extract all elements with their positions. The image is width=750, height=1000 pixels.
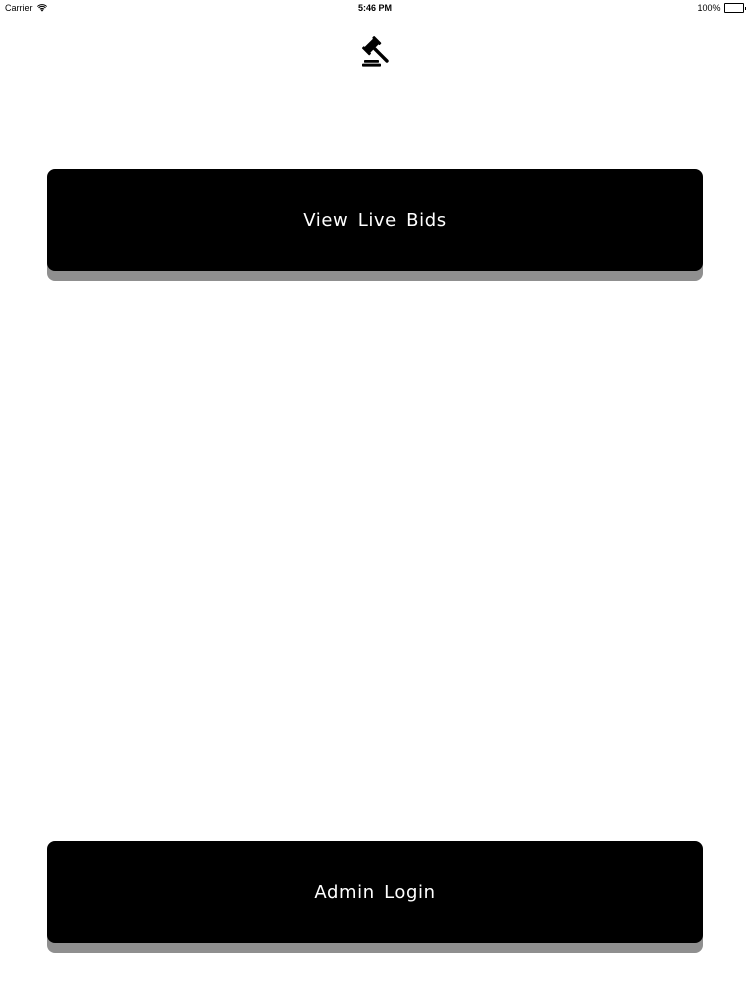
gavel-icon	[360, 35, 390, 67]
admin-login-label: Admin Login	[314, 881, 436, 903]
view-live-bids-button[interactable]: View Live Bids	[47, 169, 703, 271]
home-screen: Carrier 5:46 PM 100% View Live Bids Admi…	[0, 0, 750, 1000]
status-bar: Carrier 5:46 PM 100%	[0, 0, 750, 16]
status-time: 5:46 PM	[357, 3, 392, 13]
view-live-bids-label: View Live Bids	[303, 209, 447, 231]
status-right: 100%	[697, 3, 746, 13]
battery-icon	[723, 3, 746, 13]
admin-login-button[interactable]: Admin Login	[47, 841, 703, 943]
battery-percentage: 100%	[697, 3, 721, 13]
